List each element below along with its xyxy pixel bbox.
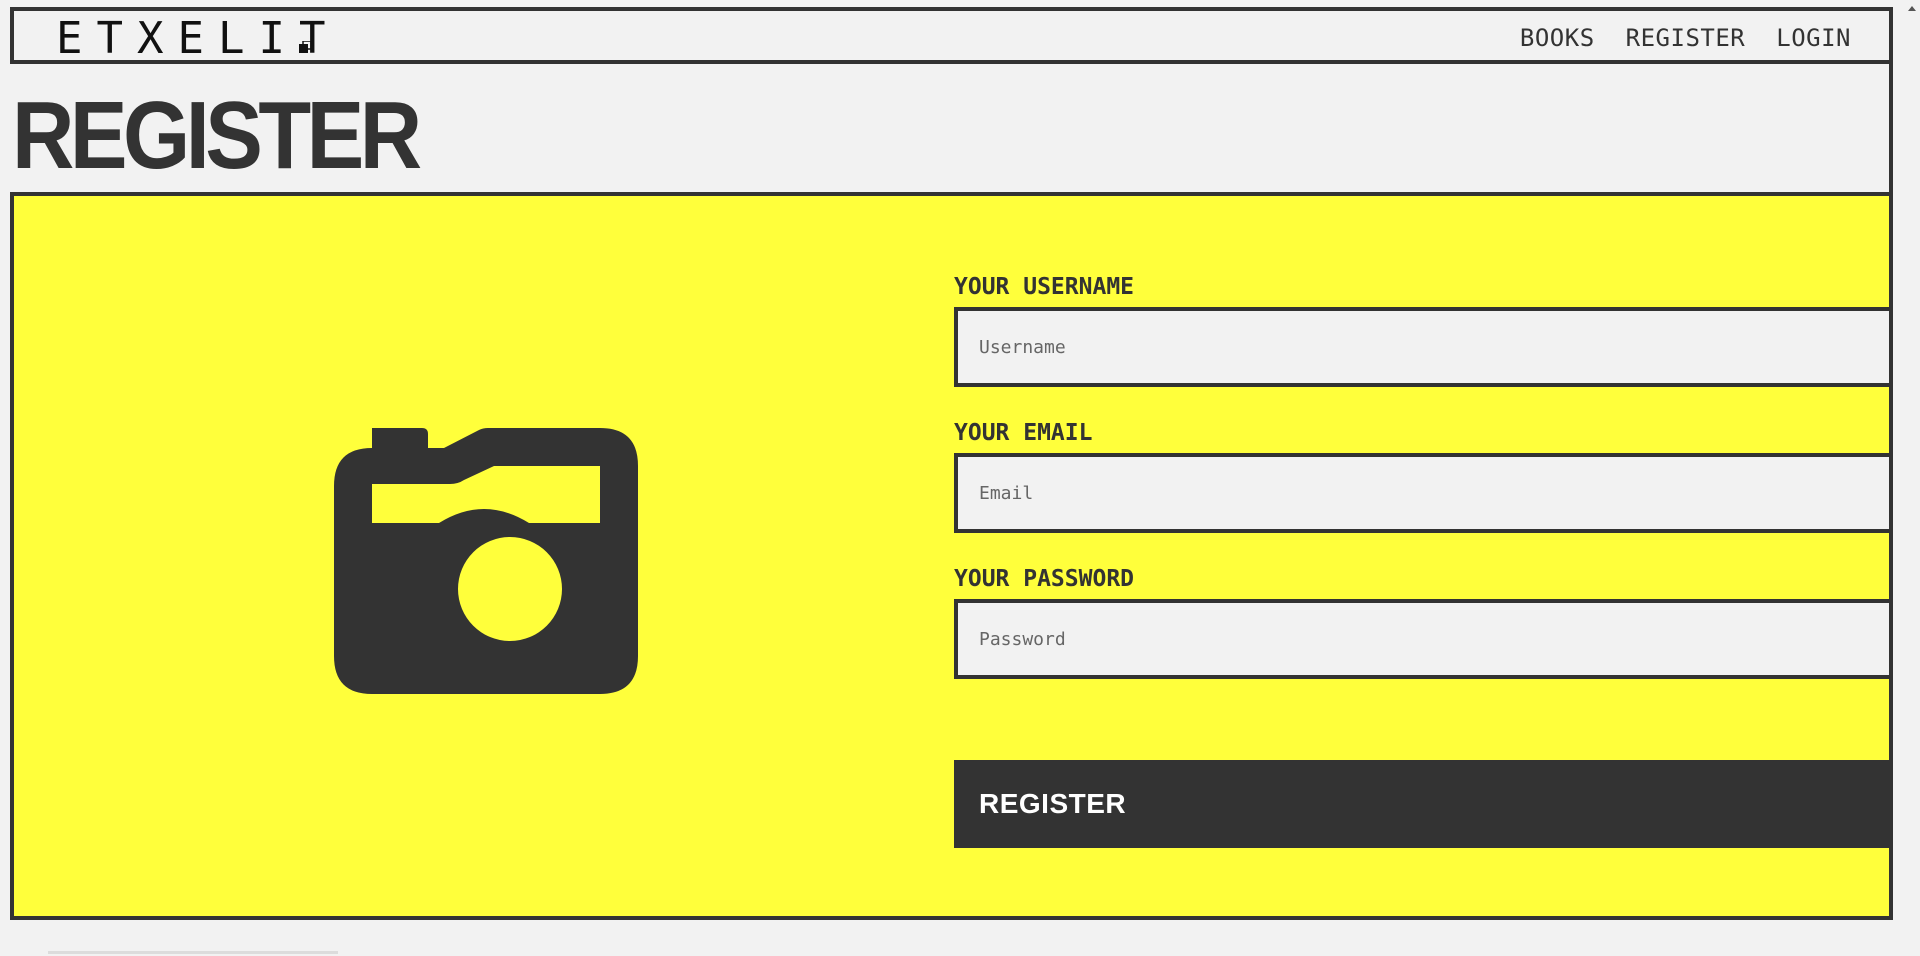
page-title: REGISTER [12, 82, 422, 189]
register-form: YOUR USERNAME YOUR EMAIL YOUR PASSWORD [954, 272, 1889, 710]
username-label: YOUR USERNAME [954, 274, 1135, 300]
horizontal-scrollbar[interactable] [0, 944, 1904, 956]
top-navbar: ETXELIT BOOKS REGISTER LOGIN [10, 7, 1893, 64]
nav-login-link[interactable]: LOGIN [1776, 24, 1851, 52]
horizontal-scrollbar-thumb[interactable] [48, 951, 338, 954]
scroll-up-arrow-icon[interactable] [1908, 6, 1916, 11]
password-input[interactable] [954, 599, 1889, 679]
camera-icon [334, 428, 638, 694]
register-panel: YOUR USERNAME YOUR EMAIL YOUR PASSWORD R… [10, 192, 1893, 920]
logo-mark-icon [299, 41, 311, 53]
nav-register-link[interactable]: REGISTER [1626, 24, 1746, 52]
password-label: YOUR PASSWORD [954, 566, 1135, 592]
register-button[interactable]: REGISTER [954, 760, 1889, 848]
main-nav: BOOKS REGISTER LOGIN [1520, 24, 1851, 52]
username-input[interactable] [954, 307, 1889, 387]
vertical-scrollbar[interactable] [1904, 0, 1920, 956]
email-input[interactable] [954, 453, 1889, 533]
nav-books-link[interactable]: BOOKS [1520, 24, 1595, 52]
site-logo[interactable]: ETXELIT [56, 17, 339, 61]
email-label: YOUR EMAIL [954, 420, 1093, 446]
